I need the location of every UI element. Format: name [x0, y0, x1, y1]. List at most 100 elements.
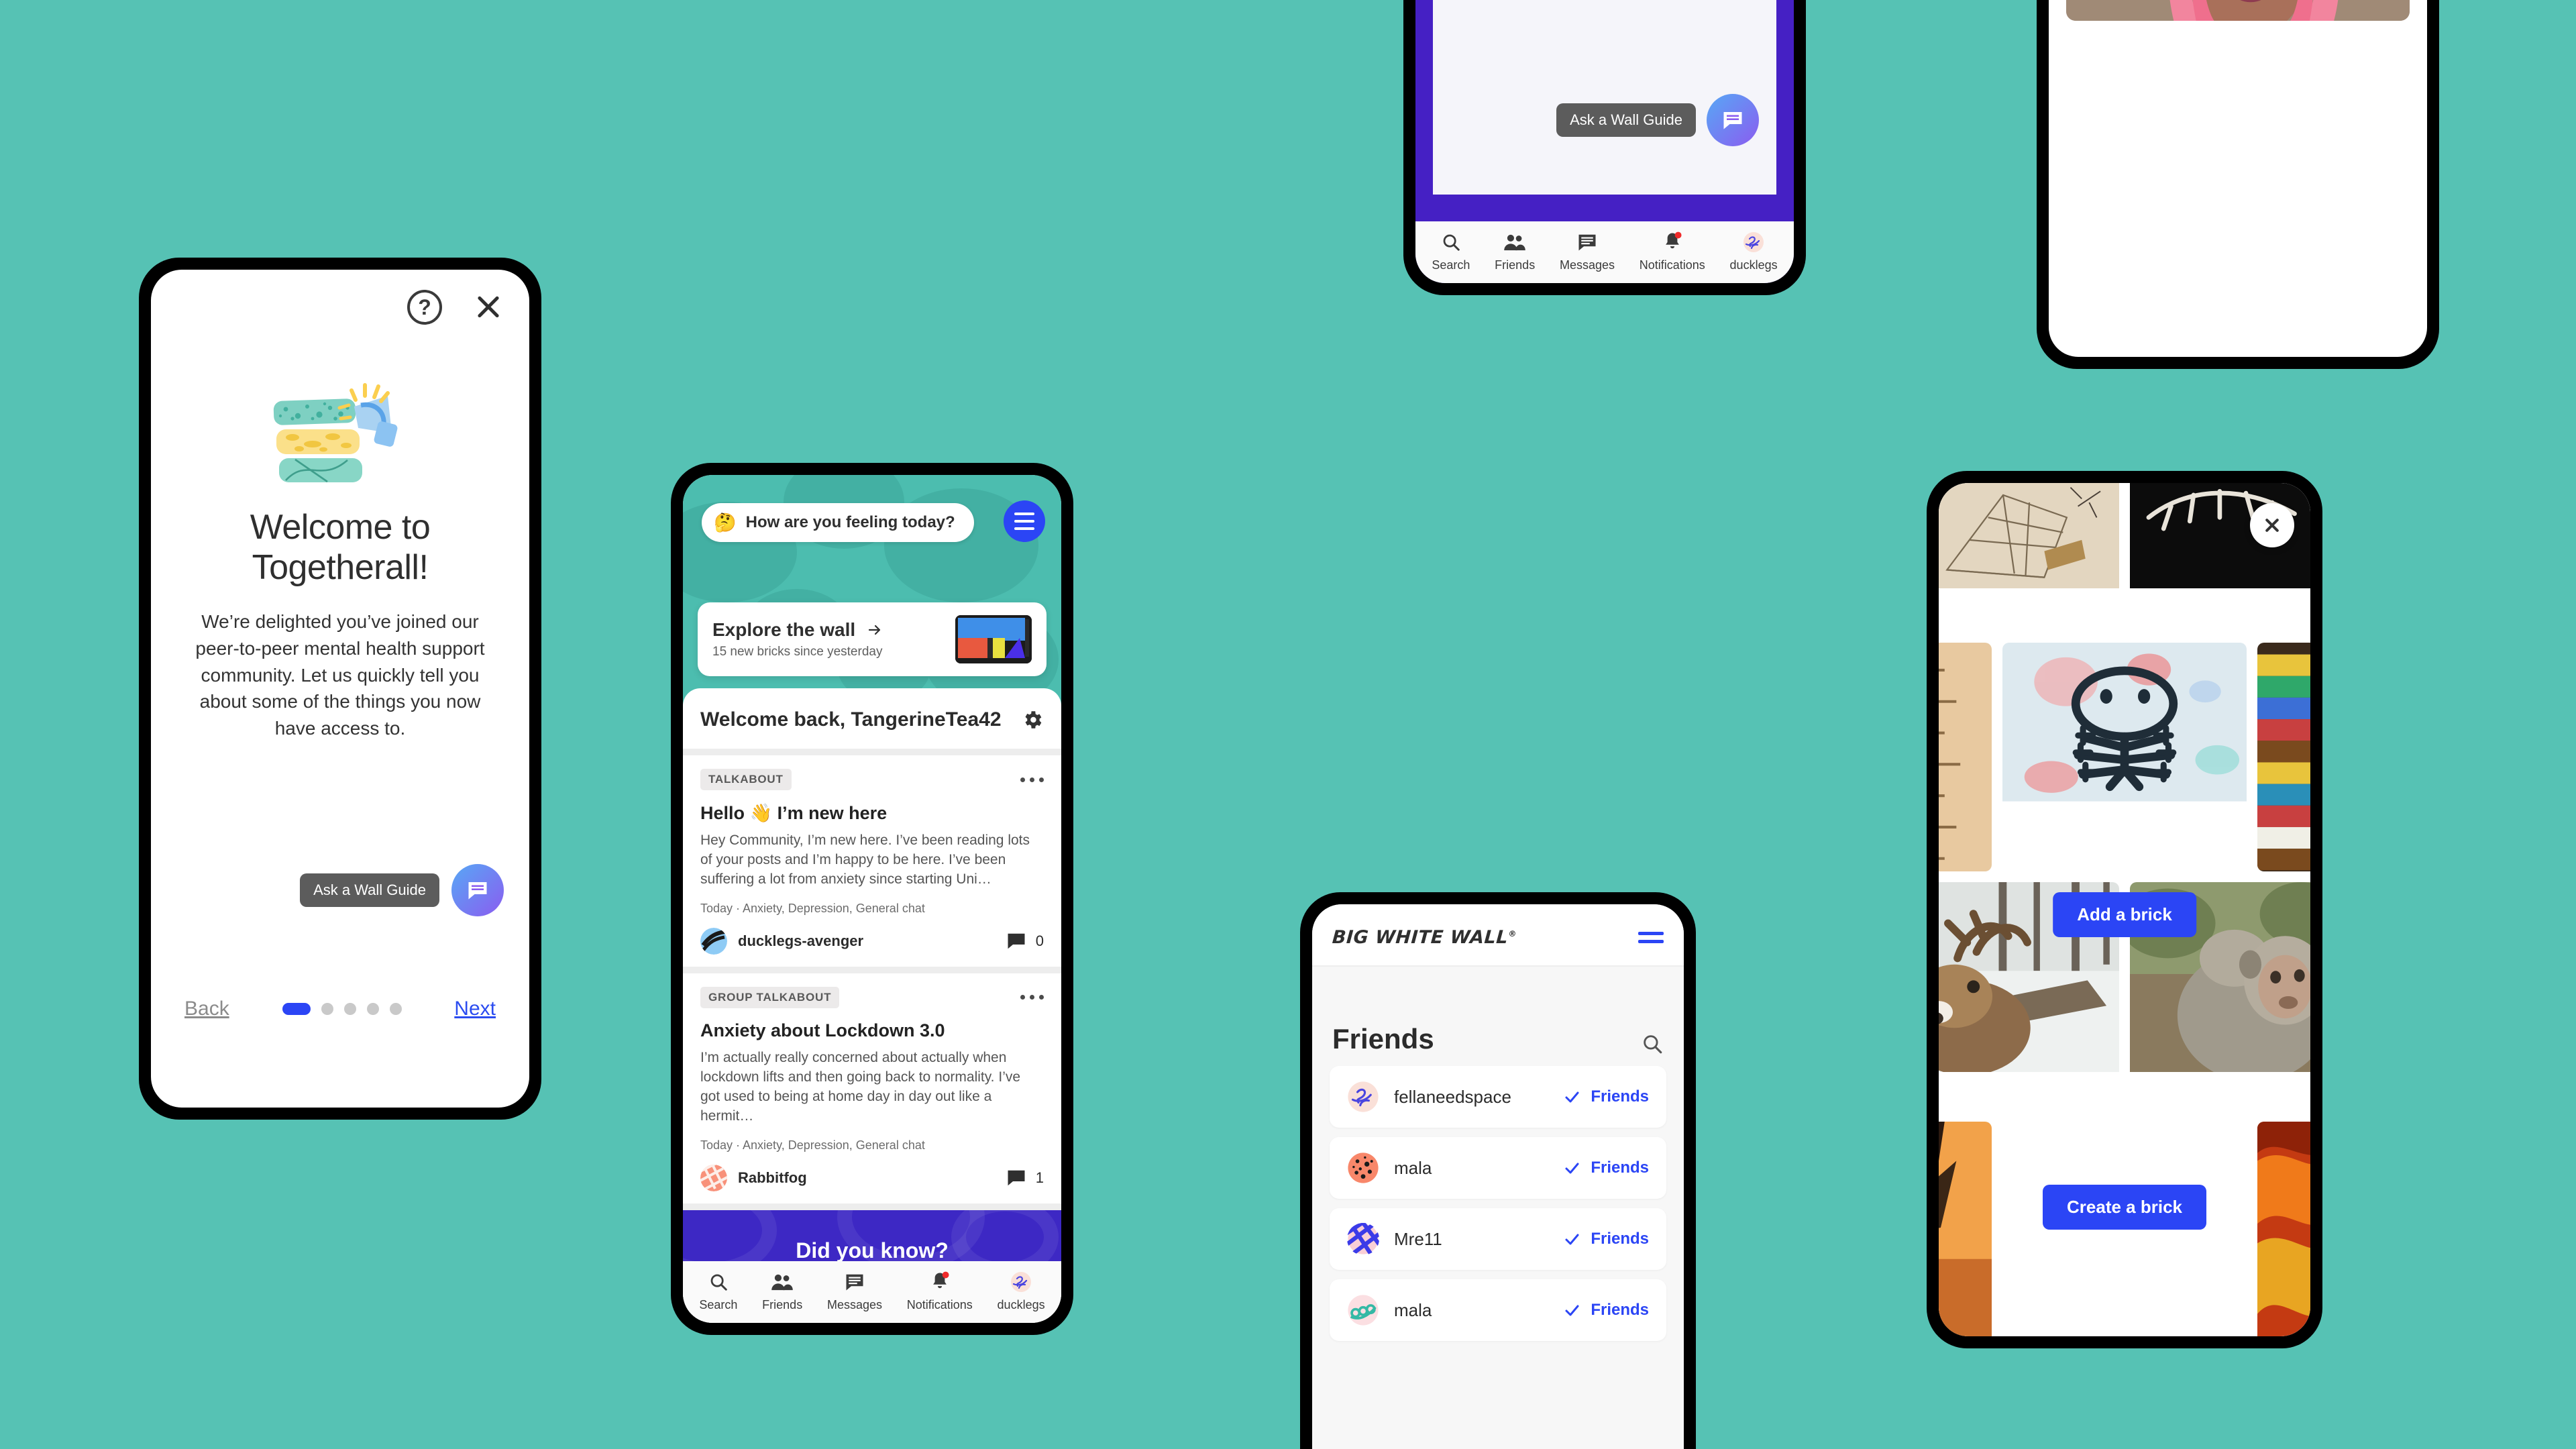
pagination-dot-4[interactable] — [366, 1003, 379, 1015]
brick-tile[interactable] — [2257, 1122, 2310, 1336]
post-tag: TALKABOUT — [700, 769, 792, 790]
brick-tile[interactable] — [2002, 643, 2247, 871]
colourful-brick-thumbnail — [955, 615, 1032, 663]
welcome-footer: Back Next — [151, 998, 529, 1020]
nav-label: Notifications — [1639, 258, 1705, 272]
pagination-dot-1[interactable] — [282, 1003, 311, 1015]
list-item[interactable]: mala Friends — [1330, 1137, 1666, 1199]
kebab-menu-icon[interactable] — [1020, 777, 1044, 782]
comment-count: 1 — [1035, 1169, 1044, 1186]
brick-tile[interactable] — [1939, 643, 1992, 871]
back-button[interactable]: Back — [184, 998, 229, 1020]
feed-post[interactable]: TALKABOUT Hello 👋 I’m new here Hey Commu… — [683, 755, 1061, 967]
profile-avatar-icon — [1010, 1271, 1032, 1293]
big-white-wall-logo: BIG WHITE WALL® — [1331, 927, 1517, 948]
woman-with-pink-braids-photo — [2066, 0, 2410, 21]
nav-label: Notifications — [906, 1298, 973, 1311]
post-body: I’m actually really concerned about actu… — [700, 1049, 1021, 1124]
wall-guide-fab-group: Ask a Wall Guide — [1556, 94, 1759, 146]
nav-item-notifications[interactable]: Notifications — [1640, 231, 1705, 272]
phone-wall-grid: eative — [1927, 471, 2322, 1348]
avatar — [1347, 1081, 1379, 1113]
explore-the-wall-card[interactable]: Explore the wall 15 new bricks since yes… — [698, 602, 1046, 676]
welcome-back-greeting: Welcome back, TangerineTea42 — [700, 708, 1002, 731]
status-badge[interactable]: Friends — [1562, 1087, 1649, 1106]
nav-item-notifications[interactable]: Notifications — [907, 1271, 973, 1312]
welcome-back-row: Welcome back, TangerineTea42 — [683, 688, 1061, 749]
comment-icon — [1008, 1170, 1025, 1186]
ask-a-wall-guide-tooltip: Ask a Wall Guide — [1556, 103, 1696, 137]
list-item[interactable]: mala Friends — [1330, 1279, 1666, 1341]
brick-screen: Fields, flowers and happiness Fields, fl… — [2049, 0, 2427, 357]
mood-check-in-button[interactable]: 🤔 How are you feeling today? — [702, 503, 974, 542]
welcome-screen: ? Welcome to Togetherall! We’re delighte… — [151, 270, 529, 1108]
close-icon[interactable] — [472, 290, 505, 324]
feed-post[interactable]: GROUP TALKABOUT Anxiety about Lockdown 3… — [683, 973, 1061, 1203]
nav-item-friends[interactable]: Friends — [1495, 231, 1535, 272]
welcome-topbar: ? — [407, 290, 505, 325]
nav-label: ducklegs — [1729, 258, 1778, 272]
friend-name: mala — [1394, 1157, 1432, 1178]
avatar — [700, 1164, 727, 1191]
nav-item-messages[interactable]: Messages — [1560, 231, 1615, 272]
kebab-menu-icon[interactable] — [1020, 995, 1044, 1000]
brick-tile[interactable] — [1939, 1122, 1992, 1336]
add-a-brick-button[interactable]: Add a brick — [2053, 892, 2196, 937]
hamburger-menu-icon[interactable] — [1638, 932, 1664, 943]
brick-tile[interactable] — [2257, 643, 2310, 871]
course-card[interactable] — [2066, 0, 2410, 21]
three-bricks-megaphone-illustration — [151, 370, 529, 491]
comment-count-group[interactable]: 1 — [1006, 1169, 1044, 1187]
brick-tile[interactable] — [2130, 483, 2310, 632]
friend-name: fellaneedspace — [1394, 1086, 1511, 1107]
nav-item-profile[interactable]: ducklegs — [1730, 231, 1778, 272]
nav-item-friends[interactable]: Friends — [762, 1271, 802, 1312]
status-badge[interactable]: Friends — [1562, 1159, 1649, 1177]
phone-friends-list: BIG WHITE WALL® Friends fellaneedspace F… — [1300, 892, 1696, 1449]
nav-label: Messages — [1559, 258, 1615, 272]
close-icon[interactable] — [2250, 503, 2294, 547]
pagination-dot-5[interactable] — [389, 1003, 402, 1015]
brick-tile[interactable] — [1939, 483, 2119, 632]
post-author[interactable]: ducklegs-avenger — [738, 932, 863, 950]
create-a-brick-button[interactable]: Create a brick — [2043, 1185, 2206, 1230]
pagination-dot-3[interactable] — [343, 1003, 356, 1015]
search-icon[interactable] — [1641, 1032, 1664, 1055]
hamburger-menu-icon[interactable] — [1004, 500, 1045, 542]
nav-label: Search — [699, 1298, 738, 1311]
friends-screen: BIG WHITE WALL® Friends fellaneedspace F… — [1312, 904, 1684, 1449]
post-meta: Today · Anxiety, Depression, General cha… — [700, 1138, 925, 1152]
phone-wall-guide: and resources tailored to you Ask a Wall… — [1403, 0, 1806, 295]
gear-icon[interactable] — [1021, 708, 1044, 731]
chat-bubble-icon[interactable] — [1707, 94, 1759, 146]
list-item[interactable]: Mre11 Friends — [1330, 1208, 1666, 1270]
nav-item-profile[interactable]: ducklegs — [998, 1271, 1045, 1312]
message-icon — [1577, 231, 1597, 254]
nav-label: Search — [1432, 258, 1470, 272]
post-author[interactable]: Rabbitfog — [738, 1169, 807, 1187]
nav-item-search[interactable]: Search — [699, 1271, 737, 1312]
chat-bubble-icon[interactable] — [451, 864, 504, 916]
nav-item-search[interactable]: Search — [1432, 231, 1470, 272]
next-button[interactable]: Next — [454, 998, 496, 1020]
search-icon — [1441, 231, 1461, 254]
friend-status-label: Friends — [1591, 1301, 1649, 1319]
phone-welcome-onboarding: ? Welcome to Togetherall! We’re delighte… — [139, 258, 541, 1120]
comment-count-group[interactable]: 0 — [1006, 932, 1044, 951]
bell-icon — [1662, 231, 1682, 254]
status-badge[interactable]: Friends — [1562, 1301, 1649, 1320]
section-divider — [683, 749, 1061, 755]
explore-card-title: Explore the wall — [712, 619, 856, 640]
question-mark-icon[interactable]: ? — [407, 290, 442, 325]
welcome-body-text: We’re delighted you’ve joined our peer-t… — [195, 611, 485, 739]
list-item[interactable]: fellaneedspace Friends — [1330, 1066, 1666, 1128]
friend-name: mala — [1394, 1299, 1432, 1320]
pagination-dots[interactable] — [282, 1003, 402, 1015]
status-badge[interactable]: Friends — [1562, 1230, 1649, 1248]
pagination-dot-2[interactable] — [321, 1003, 333, 1015]
section-divider — [683, 1203, 1061, 1210]
friend-status-label: Friends — [1591, 1087, 1649, 1106]
nav-label: Messages — [826, 1298, 882, 1311]
nav-item-messages[interactable]: Messages — [827, 1271, 882, 1312]
check-icon — [1565, 1091, 1579, 1103]
